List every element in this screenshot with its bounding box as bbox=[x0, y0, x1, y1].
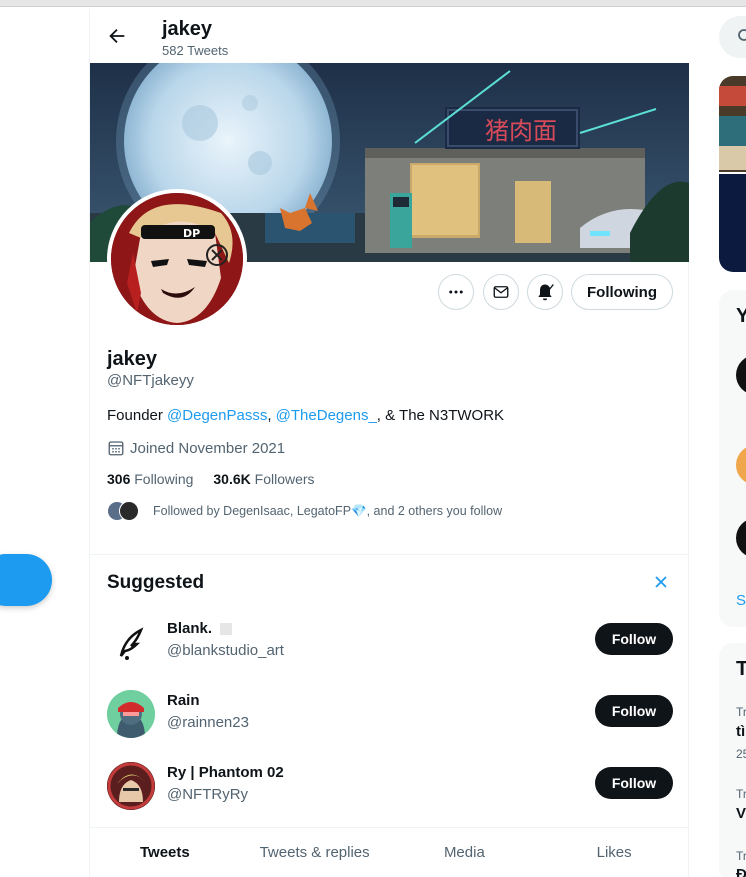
trend-count: 25 bbox=[736, 747, 746, 761]
suggested-name-text: Ry | Phantom 02 bbox=[167, 764, 284, 781]
svg-text:DP: DP bbox=[183, 227, 200, 240]
profile-header: jakey 582 Tweets bbox=[90, 9, 689, 63]
joined-text: Joined November 2021 bbox=[130, 439, 286, 457]
tab-tweets[interactable]: Tweets bbox=[90, 828, 240, 877]
avatar-illustration bbox=[107, 690, 155, 738]
joined-date: Joined November 2021 bbox=[107, 439, 285, 457]
profile-tabs: Tweets Tweets & replies Media Likes bbox=[90, 828, 689, 877]
trend-label: Tr bbox=[736, 787, 746, 801]
followed-by-row[interactable]: Followed by DegenIsaac, LegatoFP💎, and 2… bbox=[107, 501, 502, 521]
close-icon[interactable] bbox=[653, 574, 669, 590]
profile-bio: Founder @DegenPasss, @TheDegens_, & The … bbox=[107, 407, 504, 424]
suggested-avatar[interactable] bbox=[107, 690, 155, 738]
suggested-name: Blank. bbox=[167, 620, 233, 637]
envelope-icon bbox=[493, 286, 509, 298]
trend-label: Tr bbox=[736, 705, 746, 719]
followed-by-text: Followed by DegenIsaac, LegatoFP💎, and 2… bbox=[153, 503, 503, 518]
browser-top-border bbox=[0, 6, 746, 7]
who-to-follow-heading: Y bbox=[736, 305, 746, 327]
tweet-fab-button[interactable] bbox=[0, 554, 52, 606]
suggested-handle: @blankstudio_art bbox=[167, 642, 284, 659]
suggested-user[interactable]: Blank. @blankstudio_art Follow bbox=[90, 608, 689, 680]
bio-text: Founder bbox=[107, 407, 168, 424]
suggested-user[interactable]: Rain @rainnen23 Follow bbox=[90, 680, 689, 752]
followers-count: 30.6K bbox=[213, 471, 251, 487]
show-more-link[interactable]: S bbox=[736, 592, 746, 609]
banner-sign-text: 猪肉面 bbox=[485, 117, 557, 145]
section-divider bbox=[90, 554, 689, 555]
tab-media[interactable]: Media bbox=[390, 828, 540, 877]
message-button[interactable] bbox=[483, 274, 519, 310]
notifications-button[interactable] bbox=[527, 274, 563, 310]
bell-check-icon bbox=[538, 284, 554, 301]
mini-avatar bbox=[119, 501, 139, 521]
bio-text: , bbox=[267, 407, 276, 424]
profile-name: jakey bbox=[107, 348, 158, 370]
profile-handle: @NFTjakeyy bbox=[107, 372, 194, 389]
calendar-icon bbox=[108, 441, 124, 456]
follow-button[interactable]: Follow bbox=[595, 695, 673, 727]
profile-column: jakey 582 Tweets 猪肉面 DP Following jakey … bbox=[89, 9, 689, 877]
bio-mention-link[interactable]: @TheDegens_ bbox=[276, 407, 377, 424]
search-icon bbox=[738, 29, 746, 41]
tab-tweets-replies[interactable]: Tweets & replies bbox=[240, 828, 390, 877]
suggested-avatar[interactable] bbox=[107, 762, 155, 810]
avatar-illustration: DP bbox=[111, 193, 243, 325]
suggested-name-text: Rain bbox=[167, 692, 200, 709]
profile-avatar[interactable]: DP bbox=[107, 189, 247, 329]
following-count: 306 bbox=[107, 471, 131, 487]
tab-likes[interactable]: Likes bbox=[539, 828, 689, 877]
more-options-button[interactable] bbox=[438, 274, 474, 310]
avatar-illustration bbox=[107, 762, 155, 810]
follow-stats: 306 Following 30.6K Followers bbox=[107, 471, 315, 487]
suggested-name: Rain bbox=[167, 692, 200, 709]
trend-title[interactable]: Đ bbox=[736, 866, 746, 877]
trends-heading: T bbox=[736, 658, 746, 680]
trend-title[interactable]: tì bbox=[736, 723, 745, 740]
following-label: Following bbox=[134, 471, 194, 487]
suggested-handle: @NFTRyRy bbox=[167, 786, 249, 803]
suggested-user[interactable]: Ry | Phantom 02 @NFTRyRy Follow bbox=[90, 752, 689, 824]
more-dots-icon bbox=[449, 290, 463, 294]
suggested-avatar[interactable] bbox=[107, 618, 155, 666]
follow-button[interactable]: Follow bbox=[595, 623, 673, 655]
bio-text: , & The N3TWORK bbox=[376, 407, 505, 424]
trend-title[interactable]: V bbox=[736, 805, 746, 822]
suggested-name: Ry | Phantom 02 bbox=[167, 764, 284, 781]
suggested-handle: @rainnen23 bbox=[167, 714, 249, 731]
following-button[interactable]: Following bbox=[571, 274, 673, 310]
suggested-heading: Suggested bbox=[107, 572, 205, 593]
sidebar-media-preview[interactable] bbox=[719, 76, 746, 272]
followers-label: Followers bbox=[254, 471, 315, 487]
suggested-name-text: Blank. bbox=[167, 620, 213, 637]
header-tweet-count: 582 Tweets bbox=[162, 43, 229, 58]
trend-label: Tr bbox=[736, 849, 746, 863]
bio-mention-link[interactable]: @DegenPasss bbox=[167, 407, 267, 424]
back-arrow-icon[interactable] bbox=[106, 25, 128, 47]
media-thumbnails bbox=[719, 76, 746, 272]
following-count-link[interactable]: 306 Following bbox=[107, 471, 193, 487]
quill-icon bbox=[119, 627, 144, 660]
badge-placeholder-icon bbox=[220, 622, 233, 635]
followed-by-avatars bbox=[107, 501, 141, 521]
followers-count-link[interactable]: 30.6K Followers bbox=[213, 471, 314, 487]
header-name: jakey bbox=[162, 18, 213, 40]
follow-button[interactable]: Follow bbox=[595, 767, 673, 799]
